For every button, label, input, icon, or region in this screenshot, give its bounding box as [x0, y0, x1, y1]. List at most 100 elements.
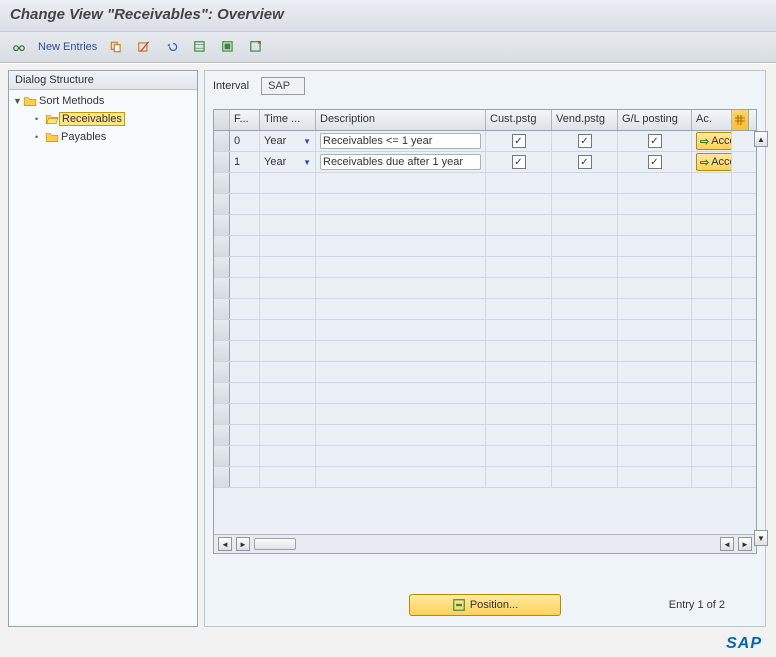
empty-cell[interactable]	[486, 278, 552, 298]
empty-cell[interactable]	[618, 278, 692, 298]
vertical-scrollbar[interactable]: ▲ ▼	[753, 131, 769, 546]
empty-cell[interactable]	[692, 320, 732, 340]
empty-cell[interactable]	[692, 299, 732, 319]
dropdown-icon[interactable]: ▼	[303, 137, 311, 146]
empty-cell[interactable]	[230, 383, 260, 403]
empty-cell[interactable]	[316, 299, 486, 319]
empty-cell[interactable]	[230, 215, 260, 235]
empty-cell[interactable]	[316, 278, 486, 298]
col-time[interactable]: Time ...	[260, 110, 316, 130]
empty-cell[interactable]	[316, 362, 486, 382]
empty-cell[interactable]	[316, 257, 486, 277]
empty-cell[interactable]	[260, 362, 316, 382]
empty-cell[interactable]	[260, 404, 316, 424]
empty-cell[interactable]	[552, 467, 618, 487]
col-cust-pstg[interactable]: Cust.pstg	[486, 110, 552, 130]
empty-cell[interactable]	[486, 362, 552, 382]
checkbox[interactable]: ✓	[512, 134, 526, 148]
empty-cell[interactable]	[692, 215, 732, 235]
empty-cell[interactable]	[316, 446, 486, 466]
empty-cell[interactable]	[486, 257, 552, 277]
empty-cell[interactable]	[618, 236, 692, 256]
empty-cell[interactable]	[260, 467, 316, 487]
row-selector[interactable]	[214, 257, 230, 277]
empty-cell[interactable]	[260, 215, 316, 235]
empty-cell[interactable]	[316, 173, 486, 193]
empty-cell[interactable]	[692, 467, 732, 487]
empty-cell[interactable]	[552, 383, 618, 403]
select-block-icon[interactable]	[219, 38, 237, 56]
empty-cell[interactable]	[230, 194, 260, 214]
row-selector[interactable]	[214, 299, 230, 319]
scroll-right-icon[interactable]: ►	[236, 537, 250, 551]
empty-cell[interactable]	[260, 278, 316, 298]
empty-cell[interactable]	[692, 383, 732, 403]
empty-cell[interactable]	[230, 341, 260, 361]
empty-cell[interactable]	[692, 194, 732, 214]
row-selector[interactable]	[214, 404, 230, 424]
row-selector[interactable]	[214, 362, 230, 382]
empty-cell[interactable]	[618, 383, 692, 403]
dropdown-icon[interactable]: ▼	[303, 158, 311, 167]
row-selector[interactable]	[214, 320, 230, 340]
row-selector[interactable]	[214, 173, 230, 193]
empty-cell[interactable]	[692, 278, 732, 298]
copy-icon[interactable]	[107, 38, 125, 56]
cell-f[interactable]: 1	[230, 152, 260, 172]
scroll-down-icon[interactable]: ▼	[754, 530, 768, 546]
tree-item-payables[interactable]: • Payables	[13, 128, 193, 146]
scroll-left-end-icon[interactable]: ◄	[720, 537, 734, 551]
empty-cell[interactable]	[230, 320, 260, 340]
cell-time[interactable]: Year▼	[260, 131, 316, 151]
cell-description[interactable]: Receivables <= 1 year	[316, 131, 486, 151]
interval-value[interactable]: SAP	[261, 77, 305, 95]
empty-cell[interactable]	[618, 215, 692, 235]
empty-cell[interactable]	[552, 341, 618, 361]
empty-cell[interactable]	[486, 215, 552, 235]
empty-cell[interactable]	[230, 278, 260, 298]
empty-cell[interactable]	[618, 341, 692, 361]
empty-cell[interactable]	[486, 467, 552, 487]
empty-cell[interactable]	[260, 383, 316, 403]
empty-cell[interactable]	[316, 320, 486, 340]
empty-cell[interactable]	[552, 362, 618, 382]
row-selector[interactable]	[214, 467, 230, 487]
select-all-icon[interactable]	[191, 38, 209, 56]
row-selector[interactable]	[214, 131, 230, 151]
row-selector[interactable]	[214, 215, 230, 235]
cell-description[interactable]: Receivables due after 1 year	[316, 152, 486, 172]
empty-cell[interactable]	[552, 320, 618, 340]
empty-cell[interactable]	[260, 341, 316, 361]
accounts-button[interactable]: ⇨Accc	[696, 153, 732, 171]
empty-cell[interactable]	[552, 194, 618, 214]
checkbox[interactable]: ✓	[512, 155, 526, 169]
table-settings-icon[interactable]	[732, 110, 749, 130]
empty-cell[interactable]	[486, 341, 552, 361]
scroll-up-icon[interactable]: ▲	[754, 131, 768, 147]
empty-cell[interactable]	[486, 404, 552, 424]
empty-cell[interactable]	[316, 341, 486, 361]
empty-cell[interactable]	[552, 446, 618, 466]
tree-item-receivables[interactable]: • Receivables	[13, 110, 193, 128]
empty-cell[interactable]	[260, 257, 316, 277]
empty-cell[interactable]	[260, 425, 316, 445]
empty-cell[interactable]	[618, 320, 692, 340]
empty-cell[interactable]	[316, 404, 486, 424]
empty-cell[interactable]	[486, 320, 552, 340]
new-entries-button[interactable]: New Entries	[38, 41, 97, 53]
empty-cell[interactable]	[552, 404, 618, 424]
empty-cell[interactable]	[618, 404, 692, 424]
empty-cell[interactable]	[552, 236, 618, 256]
empty-cell[interactable]	[316, 236, 486, 256]
cell-time[interactable]: Year▼	[260, 152, 316, 172]
empty-cell[interactable]	[230, 446, 260, 466]
row-selector[interactable]	[214, 446, 230, 466]
empty-cell[interactable]	[618, 257, 692, 277]
empty-cell[interactable]	[486, 425, 552, 445]
empty-cell[interactable]	[692, 425, 732, 445]
col-gl-posting[interactable]: G/L posting	[618, 110, 692, 130]
empty-cell[interactable]	[618, 194, 692, 214]
empty-cell[interactable]	[230, 425, 260, 445]
empty-cell[interactable]	[486, 299, 552, 319]
empty-cell[interactable]	[486, 383, 552, 403]
